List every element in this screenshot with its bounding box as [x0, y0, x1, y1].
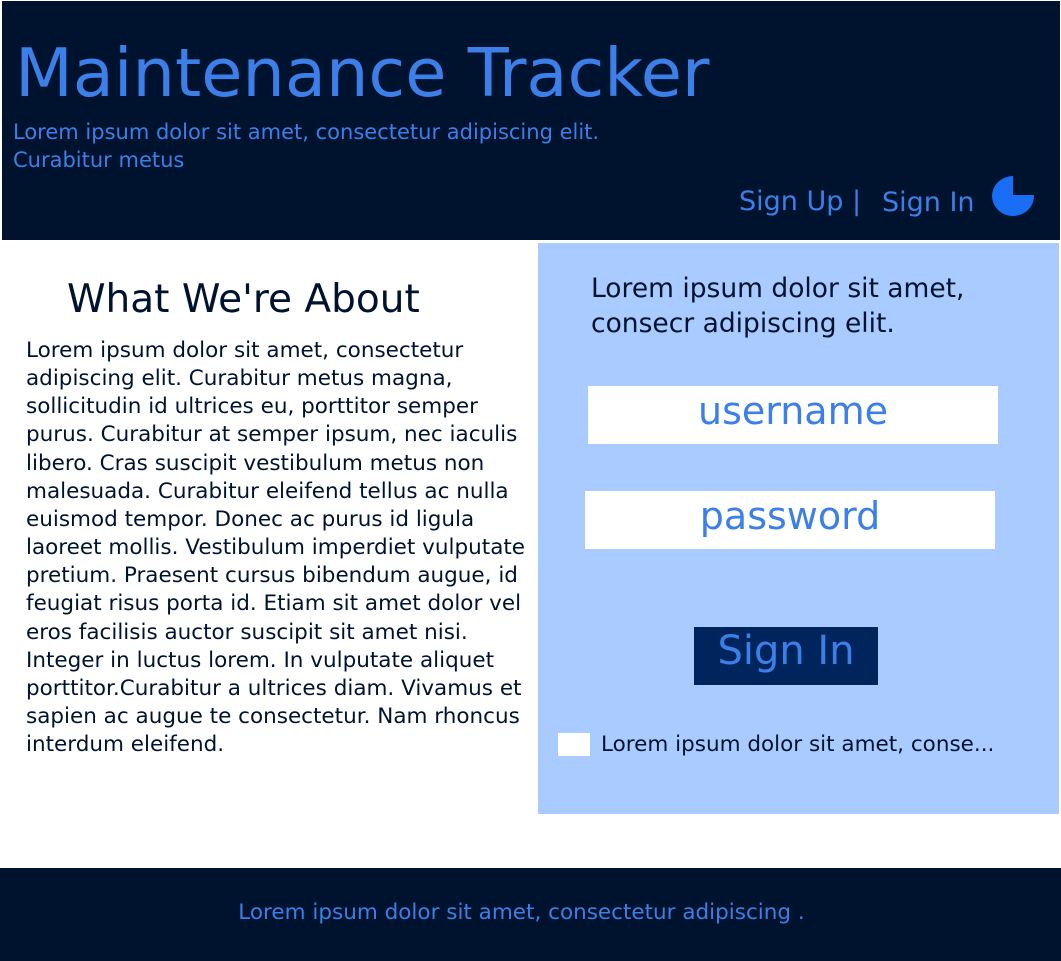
header-subtitle: Lorem ipsum dolor sit amet, consectetur … — [13, 120, 600, 172]
remember-checkbox[interactable] — [558, 733, 590, 756]
username-field[interactable] — [588, 386, 998, 444]
login-panel: Lorem ipsum dolor sit amet, consecr adip… — [538, 243, 1059, 814]
sign-in-button[interactable]: Sign In — [694, 627, 878, 685]
footer-text: Lorem ipsum dolor sit amet, consectetur … — [238, 900, 805, 925]
page: Maintenance Tracker Lorem ipsum dolor si… — [0, 0, 1061, 961]
sign-up-link[interactable]: Sign Up | — [739, 186, 861, 218]
password-field[interactable] — [585, 491, 995, 549]
sign-in-link[interactable]: Sign In — [882, 187, 975, 219]
header: Maintenance Tracker Lorem ipsum dolor si… — [2, 1, 1060, 240]
about-heading: What We're About — [67, 277, 420, 322]
pie-logo-icon — [992, 176, 1035, 216]
footer: Lorem ipsum dolor sit amet, consectetur … — [0, 868, 1061, 961]
login-intro: Lorem ipsum dolor sit amet, consecr adip… — [591, 273, 965, 339]
about-body: Lorem ipsum dolor sit amet, consectetur … — [26, 338, 526, 758]
app-title: Maintenance Tracker — [15, 34, 710, 112]
checkbox-label: Lorem ipsum dolor sit amet, conse... — [601, 732, 995, 757]
